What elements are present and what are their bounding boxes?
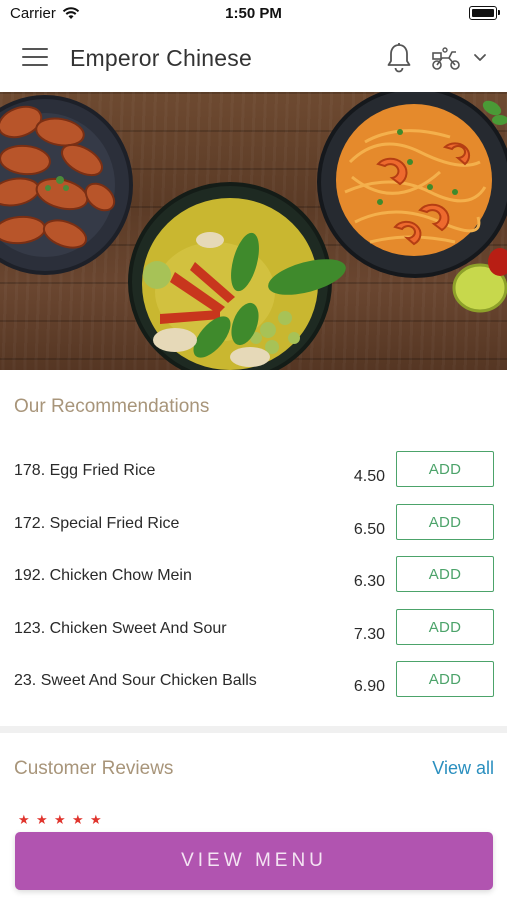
dish-name: 23. Sweet And Sour Chicken Balls — [14, 672, 257, 689]
food-illustration — [0, 92, 507, 370]
dish-name: 172. Special Fried Rice — [14, 515, 180, 532]
add-button[interactable]: ADD — [396, 661, 494, 697]
dish-price: 6.50 — [353, 521, 385, 538]
review-rating: ★ ★ ★ ★ ★ — [18, 812, 102, 827]
star-icon: ★ — [18, 812, 30, 827]
view-all-reviews-link[interactable]: View all — [432, 758, 494, 779]
restaurant-title: Emperor Chinese — [70, 45, 252, 71]
add-button[interactable]: ADD — [396, 609, 494, 645]
add-button[interactable]: ADD — [396, 556, 494, 592]
app-header: Emperor Chinese — [0, 28, 507, 92]
dish-name: 123. Chicken Sweet And Sour — [14, 620, 227, 637]
section-divider — [0, 726, 507, 733]
battery-icon — [469, 6, 500, 20]
hero-food-image — [0, 92, 507, 370]
status-time: 1:50 PM — [225, 5, 282, 22]
view-menu-button[interactable]: VIEW MENU — [15, 832, 493, 890]
star-icon: ★ — [54, 812, 66, 827]
dish-price: 7.30 — [353, 626, 385, 643]
add-button[interactable]: ADD — [396, 504, 494, 540]
add-button[interactable]: ADD — [396, 451, 494, 487]
chevron-down-icon[interactable] — [472, 50, 488, 66]
dish-price: 6.30 — [353, 573, 385, 590]
dish-name: 192. Chicken Chow Mein — [14, 567, 192, 584]
reviews-title: Customer Reviews — [14, 758, 174, 779]
dish-price: 6.90 — [353, 678, 385, 695]
dish-price: 4.50 — [353, 468, 385, 485]
hamburger-menu-icon[interactable] — [22, 48, 48, 70]
status-bar: Carrier 1:50 PM — [0, 0, 507, 28]
dish-name: 178. Egg Fried Rice — [14, 462, 156, 479]
recommendations-title: Our Recommendations — [14, 396, 210, 417]
star-icon: ★ — [90, 812, 102, 827]
scooter-delivery-icon[interactable] — [430, 46, 462, 72]
star-icon: ★ — [36, 812, 48, 827]
star-icon: ★ — [72, 812, 84, 827]
bell-icon[interactable] — [385, 42, 413, 74]
list-item: 23. Sweet And Sour Chicken Balls 6.90 AD… — [0, 661, 507, 724]
